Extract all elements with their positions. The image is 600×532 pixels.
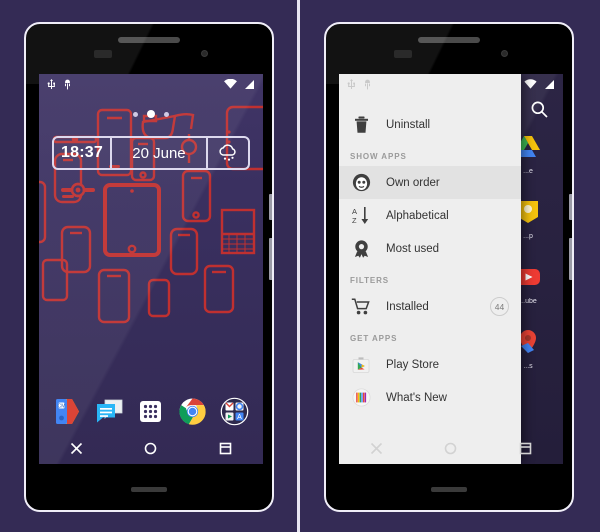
status-bar bbox=[39, 74, 263, 94]
menu-item-most-used[interactable]: Most used bbox=[339, 232, 521, 265]
dock-item-messaging[interactable] bbox=[93, 395, 126, 428]
nav-home-button[interactable] bbox=[143, 441, 158, 456]
left-phone-screen: 18:37 20 June CM A bbox=[39, 74, 263, 464]
bottom-speaker bbox=[431, 487, 467, 492]
section-header-show-apps: SHOW APPS bbox=[350, 152, 407, 161]
volume-button[interactable] bbox=[569, 238, 572, 280]
clock-date-weather-widget[interactable]: 18:37 20 June bbox=[52, 136, 250, 170]
nav-back-button[interactable] bbox=[369, 441, 384, 456]
widget-weather[interactable] bbox=[208, 138, 248, 168]
dock-item-google-folder[interactable]: A bbox=[218, 395, 251, 428]
navigation-bar bbox=[39, 432, 263, 464]
trash-icon bbox=[350, 114, 372, 136]
nav-recents-button[interactable] bbox=[218, 441, 233, 456]
section-header-filters: FILTERS bbox=[350, 276, 390, 285]
sensor-strip bbox=[394, 50, 412, 58]
menu-item-play-store[interactable]: Play Store bbox=[339, 348, 521, 381]
installed-count-badge: 44 bbox=[490, 297, 509, 316]
right-phone-screen: ...e ...p ...ube ...s Uninstall SHOW APP… bbox=[339, 74, 563, 464]
menu-item-installed[interactable]: Installed 44 bbox=[339, 290, 521, 323]
wifi-icon bbox=[524, 78, 537, 89]
cart-icon bbox=[350, 296, 372, 318]
svg-text:Z: Z bbox=[352, 216, 357, 225]
menu-item-alphabetical[interactable]: A Z Alphabetical bbox=[339, 199, 521, 232]
usb-debug-icon bbox=[65, 79, 70, 89]
bottom-speaker bbox=[131, 487, 167, 492]
power-button[interactable] bbox=[569, 194, 572, 220]
sensor-strip bbox=[94, 50, 112, 58]
usb-icon bbox=[47, 78, 55, 89]
page-dot-3[interactable] bbox=[164, 111, 169, 117]
search-icon[interactable] bbox=[530, 100, 549, 124]
dock-item-app-drawer[interactable] bbox=[134, 395, 167, 428]
earpiece-speaker bbox=[418, 37, 480, 43]
menu-item-uninstall[interactable]: Uninstall bbox=[339, 108, 521, 141]
menu-item-whats-new[interactable]: What's New bbox=[339, 381, 521, 414]
drawer-menu: Uninstall SHOW APPS Own order A Z Alphab… bbox=[339, 74, 521, 464]
whats-new-icon bbox=[350, 387, 372, 409]
menu-item-label: Uninstall bbox=[386, 118, 431, 131]
award-icon bbox=[350, 238, 372, 260]
page-indicator[interactable] bbox=[39, 110, 263, 118]
panel-divider bbox=[297, 0, 300, 532]
play-store-icon bbox=[350, 354, 372, 376]
earpiece-speaker bbox=[118, 37, 180, 43]
menu-item-label: Installed bbox=[386, 300, 429, 313]
svg-text:A: A bbox=[352, 207, 357, 216]
front-camera bbox=[501, 50, 508, 57]
signal-icon bbox=[545, 79, 554, 89]
drawer-status-bar bbox=[339, 74, 521, 94]
menu-item-label: What's New bbox=[386, 391, 447, 404]
menu-item-own-order[interactable]: Own order bbox=[339, 166, 521, 199]
nav-back-button[interactable] bbox=[69, 441, 84, 456]
page-dot-2[interactable] bbox=[147, 110, 155, 118]
menu-item-label: Most used bbox=[386, 242, 440, 255]
dock: CM A bbox=[39, 395, 263, 428]
screenshot-stage: 18:37 20 June CM A ...e ...p ...ube ...s… bbox=[0, 0, 600, 532]
dock-item-contacts[interactable]: CM bbox=[51, 395, 84, 428]
sort-az-icon: A Z bbox=[350, 205, 372, 227]
menu-item-label: Own order bbox=[386, 176, 440, 189]
widget-time[interactable]: 18:37 bbox=[54, 138, 110, 168]
home-screen-phone: 18:37 20 June CM A bbox=[24, 22, 274, 512]
page-dot-1[interactable] bbox=[133, 111, 138, 117]
cloud-rain-icon bbox=[219, 144, 236, 161]
app-drawer-menu-phone: ...e ...p ...ube ...s Uninstall SHOW APP… bbox=[324, 22, 574, 512]
wifi-icon bbox=[224, 78, 237, 89]
navigation-bar bbox=[339, 432, 563, 464]
widget-date[interactable]: 20 June bbox=[109, 138, 208, 168]
signal-icon bbox=[245, 79, 254, 89]
menu-item-label: Alphabetical bbox=[386, 209, 449, 222]
dock-item-chrome[interactable] bbox=[176, 395, 209, 428]
section-header-get-apps: GET APPS bbox=[350, 334, 398, 343]
face-icon bbox=[350, 172, 372, 194]
usb-icon bbox=[347, 78, 355, 89]
volume-button[interactable] bbox=[269, 238, 272, 280]
nav-recents-button[interactable] bbox=[518, 441, 533, 456]
svg-text:CM: CM bbox=[58, 404, 66, 410]
svg-text:A: A bbox=[237, 414, 242, 421]
menu-item-label: Play Store bbox=[386, 358, 440, 371]
usb-debug-icon bbox=[365, 79, 370, 89]
power-button[interactable] bbox=[269, 194, 272, 220]
nav-home-button[interactable] bbox=[443, 441, 458, 456]
front-camera bbox=[201, 50, 208, 57]
